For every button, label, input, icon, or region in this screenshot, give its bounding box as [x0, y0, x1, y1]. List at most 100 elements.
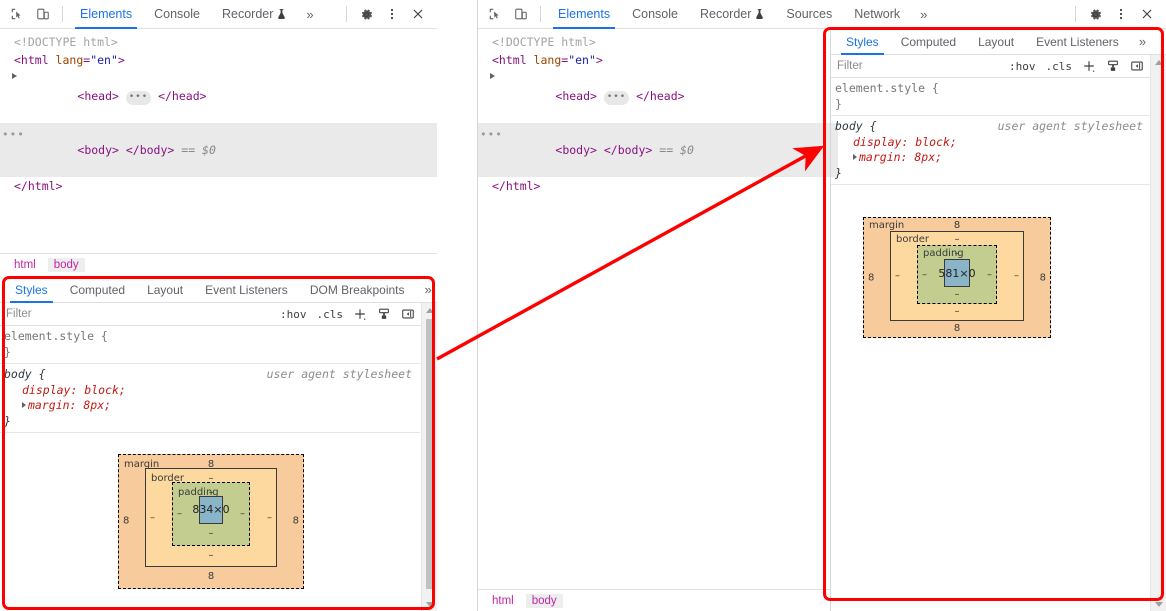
element-classes-icon[interactable] [372, 307, 396, 321]
dom-line-body-selected[interactable]: ••• <body> </body> == $0 [478, 123, 838, 177]
tab-sources[interactable]: Sources [775, 0, 843, 29]
scrollbar-up-arrow-icon[interactable] [422, 303, 437, 317]
styles-filter-input[interactable] [4, 305, 271, 323]
styles-tab-event-listeners[interactable]: Event Listeners [1025, 29, 1130, 55]
styles-tab-computed[interactable]: Computed [59, 277, 136, 303]
close-icon[interactable] [1134, 2, 1160, 26]
cls-button[interactable]: .cls [1041, 60, 1078, 73]
styles-tab-dom-breakpoints[interactable]: DOM Breakpoints [299, 277, 416, 303]
dom-line-html-close[interactable]: </html> [0, 177, 437, 195]
scrollbar-up-arrow-icon[interactable] [1151, 55, 1166, 69]
box-model-margin-left[interactable]: 8 [868, 272, 874, 283]
breadcrumb-item-body[interactable]: body [47, 257, 85, 272]
right-styles-scrollbar[interactable] [1150, 55, 1166, 611]
tab-console[interactable]: Console [621, 0, 689, 29]
breadcrumb-item-html[interactable]: html [8, 258, 42, 272]
box-model-margin-right[interactable]: 8 [293, 514, 299, 530]
collapsed-children-badge[interactable]: ••• [603, 91, 630, 105]
styles-more-tabs-chevron-icon[interactable]: » [1130, 34, 1155, 49]
box-model-padding-left[interactable]: – [177, 506, 182, 522]
styles-filter-input[interactable] [835, 57, 1000, 75]
plus-icon[interactable] [1077, 59, 1101, 73]
more-options-icon[interactable] [1108, 2, 1134, 26]
tab-network[interactable]: Network [843, 0, 911, 29]
box-model-padding-right[interactable]: – [240, 506, 245, 522]
styles-tab-computed[interactable]: Computed [890, 29, 967, 55]
tab-recorder[interactable]: Recorder [689, 0, 775, 29]
more-tabs-chevron-icon[interactable]: » [297, 7, 322, 22]
styles-tab-styles[interactable]: Styles [4, 277, 59, 303]
box-model-padding-bottom[interactable]: – [918, 287, 996, 303]
tab-recorder[interactable]: Recorder [211, 0, 297, 29]
expand-triangle-icon[interactable] [12, 73, 17, 79]
tab-console[interactable]: Console [143, 0, 211, 29]
box-model-padding-bottom[interactable]: – [173, 524, 249, 545]
scrollbar-down-arrow-icon[interactable] [422, 597, 437, 611]
box-model-margin[interactable]: margin 8 8 8 border – – – padding – – – [863, 217, 1051, 338]
dom-line-head[interactable]: <head> ••• </head> [0, 69, 437, 123]
plus-icon[interactable] [348, 307, 372, 321]
dom-line-body-selected[interactable]: ••• <body> </body> == $0 [0, 123, 437, 177]
box-model-margin-left[interactable]: 8 [123, 514, 129, 530]
box-model-margin-bottom[interactable]: 8 [864, 321, 1050, 337]
more-options-icon[interactable] [379, 2, 405, 26]
styles-tab-event-listeners[interactable]: Event Listeners [194, 277, 299, 303]
box-model-margin-right[interactable]: 8 [1040, 272, 1046, 283]
close-icon[interactable] [405, 2, 431, 26]
hov-button[interactable]: :hov [1004, 60, 1041, 73]
toggle-sidebar-icon[interactable] [1125, 59, 1149, 73]
gear-icon[interactable] [1082, 2, 1108, 26]
box-model-padding-left[interactable]: – [922, 269, 927, 280]
css-declaration-display[interactable]: display: block; [835, 135, 1151, 151]
dom-line-doctype[interactable]: <!DOCTYPE html> [0, 33, 437, 51]
styles-tab-layout[interactable]: Layout [967, 29, 1025, 55]
scrollbar-thumb[interactable] [425, 319, 435, 589]
box-model-content[interactable]: 581×0 [938, 259, 976, 287]
box-model-margin-bottom[interactable]: 8 [119, 567, 303, 588]
box-model-margin-top[interactable]: 8 [864, 220, 1050, 231]
box-model-border[interactable]: border – – – padding – – – 834×0 – – [145, 468, 277, 567]
box-model-padding[interactable]: padding – – – 581×0 – [917, 245, 997, 304]
css-rule-body[interactable]: body { user agent stylesheet display: bl… [831, 116, 1151, 185]
expand-triangle-icon[interactable] [490, 73, 495, 79]
box-model-border-right[interactable]: – [267, 510, 272, 526]
toggle-sidebar-icon[interactable] [396, 307, 420, 321]
styles-tab-styles[interactable]: Styles [835, 29, 890, 55]
box-model-border-top[interactable]: – [891, 234, 1023, 245]
box-model-border-right[interactable]: – [1014, 271, 1019, 282]
inspect-element-icon[interactable] [4, 2, 30, 26]
collapsed-children-badge[interactable]: ••• [125, 91, 152, 105]
inspect-element-icon[interactable] [482, 2, 508, 26]
styles-more-tabs-chevron-icon[interactable]: » [416, 282, 437, 297]
more-tabs-chevron-icon[interactable]: » [911, 7, 936, 22]
box-model-margin[interactable]: margin 8 8 8 border – – – padding – – – … [118, 454, 304, 589]
box-model-border-bottom[interactable]: – [891, 304, 1023, 320]
box-model-padding-right[interactable]: – [987, 269, 992, 280]
cls-button[interactable]: .cls [312, 308, 349, 321]
expand-shorthand-icon[interactable] [853, 154, 857, 160]
box-model-border[interactable]: border – – – padding – – – 581×0 – – [890, 231, 1024, 321]
breadcrumb-item-body[interactable]: body [525, 593, 563, 608]
device-toolbar-icon[interactable] [30, 2, 56, 26]
css-rule-element-style[interactable]: element.style { } [0, 326, 420, 364]
css-declaration-display[interactable]: display: block; [4, 383, 420, 399]
box-model-padding[interactable]: padding – – – 834×0 – [172, 482, 250, 546]
node-badge-dots-icon[interactable]: ••• [2, 126, 25, 144]
breadcrumb-item-html[interactable]: html [486, 594, 520, 608]
tab-elements[interactable]: Elements [69, 0, 143, 29]
styles-tab-layout[interactable]: Layout [136, 277, 194, 303]
css-rule-body[interactable]: body { user agent stylesheet display: bl… [0, 364, 420, 433]
box-model-border-bottom[interactable]: – [146, 546, 276, 567]
box-model-padding-top[interactable]: – [173, 485, 249, 501]
box-model-padding-top[interactable]: – [918, 248, 996, 259]
css-declaration-margin[interactable]: margin: 8px; [835, 150, 1151, 166]
hov-button[interactable]: :hov [275, 308, 312, 321]
css-rule-element-style[interactable]: element.style { } [831, 78, 1151, 116]
tab-elements[interactable]: Elements [547, 0, 621, 29]
dom-line-html-open[interactable]: <html lang="en"> [0, 51, 437, 69]
scrollbar-down-arrow-icon[interactable] [1151, 597, 1166, 611]
box-model-border-left[interactable]: – [895, 271, 900, 282]
gear-icon[interactable] [353, 2, 379, 26]
css-declaration-margin[interactable]: margin: 8px; [4, 398, 420, 414]
left-styles-scrollbar[interactable] [421, 303, 437, 611]
